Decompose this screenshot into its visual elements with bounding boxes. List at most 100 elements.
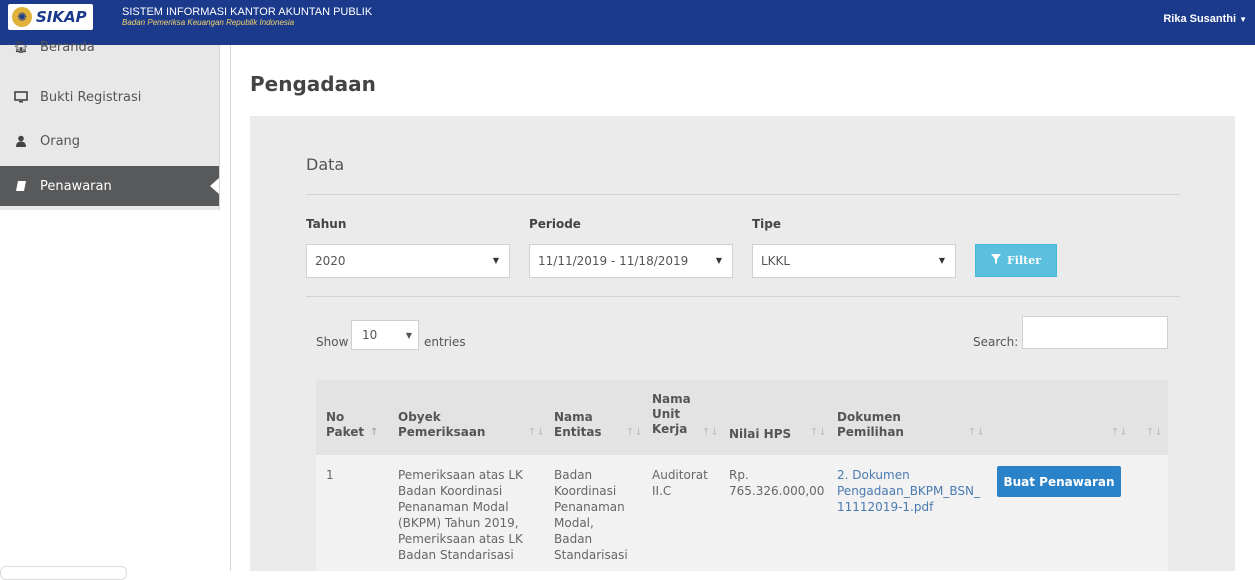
cell-line: Auditorat [652, 468, 708, 482]
chevron-down-icon: ▼ [938, 256, 945, 265]
chevron-down-icon: ▼ [715, 256, 722, 265]
divider [306, 194, 1180, 195]
sort-both-icon: ↑↓ [528, 427, 545, 438]
cell-entitas: Badan Koordinasi Penanaman Modal, Badan … [554, 467, 628, 563]
tipe-label: Tipe [752, 217, 782, 231]
header-line: Obyek [398, 410, 441, 424]
header-line: No [326, 410, 345, 424]
user-menu[interactable]: Rika Susanthi ▼ [1163, 13, 1247, 25]
page-title: Pengadaan [250, 72, 376, 96]
header-line: Nama [652, 392, 691, 406]
filter-label: Filter [1006, 254, 1042, 267]
cell-line: Standarisasi [554, 548, 628, 562]
header-obyek-pemeriksaan[interactable]: Obyek Pemeriksaan [398, 410, 485, 440]
content-divider [230, 45, 231, 571]
tahun-value: 2020 [315, 254, 346, 268]
sort-both-icon: ↑↓ [626, 427, 643, 438]
brand-block: SISTEM INFORMASI KANTOR AKUNTAN PUBLIK B… [122, 6, 372, 27]
entries-label: entries [424, 335, 466, 349]
cell-line: 2. Dokumen [837, 468, 910, 482]
search-input[interactable] [1022, 316, 1168, 349]
cell-no: 1 [326, 468, 334, 482]
logo-text: SIKAP [36, 8, 87, 26]
header-line: Kerja [652, 422, 688, 436]
cell-line: Pengadaan_BKPM_BSN_ [837, 484, 981, 498]
divider [306, 296, 1180, 297]
tahun-label: Tahun [306, 217, 347, 231]
table-header: No Paket ↑ Obyek Pemeriksaan ↑↓ Nama Ent… [316, 380, 1168, 456]
cell-line: Badan Standarisasi [398, 548, 514, 562]
sidebar-item-label: Beranda [40, 39, 95, 55]
periode-select[interactable]: 11/11/2019 - 11/18/2019 ▼ [529, 244, 733, 278]
cell-line: II.C [652, 484, 672, 498]
search-label: Search: [973, 335, 1019, 349]
user-icon [14, 135, 28, 147]
periode-label: Periode [529, 217, 581, 231]
header-line: Dokumen [837, 410, 901, 424]
sidebar-item-bukti-registrasi[interactable]: Bukti Registrasi [0, 77, 219, 117]
monitor-icon [14, 91, 28, 103]
cell-line: Penanaman Modal [398, 500, 509, 514]
header-line: Nama [554, 410, 593, 424]
funnel-icon [990, 254, 1001, 267]
sidebar-item-penawaran[interactable]: Penawaran [0, 166, 219, 206]
cell-line: Modal, [554, 516, 594, 530]
header-no-paket[interactable]: No Paket [326, 410, 364, 440]
cell-unit-kerja: Auditorat II.C [652, 467, 708, 499]
cell-line: 11112019-1.pdf [837, 500, 934, 514]
chevron-down-icon: ▼ [405, 331, 412, 340]
sort-both-icon: ↑↓ [810, 427, 827, 438]
header-line: Paket [326, 425, 365, 439]
cell-line: Koordinasi [554, 484, 617, 498]
header-line: Pemilihan [837, 425, 904, 439]
header-line: Entitas [554, 425, 602, 439]
sort-both-icon: ↑↓ [702, 427, 719, 438]
sidebar: 🏠︎ Beranda Bukti Registrasi Orang Penawa… [0, 40, 220, 210]
header-line: Unit [652, 407, 681, 421]
header-nama-unit-kerja[interactable]: Nama Unit Kerja [652, 392, 691, 437]
periode-value: 11/11/2019 - 11/18/2019 [538, 254, 689, 268]
cell-line: Badan [554, 532, 593, 546]
sidebar-item-beranda[interactable]: 🏠︎ Beranda [0, 27, 219, 67]
header-nama-entitas[interactable]: Nama Entitas [554, 410, 602, 440]
cell-line: 765.326.000,00 [729, 484, 825, 498]
header-dokumen-pemilihan[interactable]: Dokumen Pemilihan [837, 410, 904, 440]
bpk-emblem-icon: ✺ [12, 7, 32, 27]
page-length-value: 10 [362, 328, 378, 342]
brand-subtitle: Badan Pemeriksa Keuangan Republik Indone… [122, 18, 295, 27]
sidebar-item-label: Penawaran [40, 178, 112, 194]
show-label: Show [316, 335, 349, 349]
filter-button[interactable]: Filter [975, 244, 1057, 277]
cell-line: Penanaman [554, 500, 625, 514]
sort-both-icon[interactable]: ↑↓ [1111, 427, 1128, 438]
user-name: Rika Susanthi [1163, 13, 1237, 25]
cell-line: Rp. [729, 468, 749, 482]
cell-nilai-hps: Rp. 765.326.000,00 [729, 467, 824, 499]
header-nilai-hps[interactable]: Nilai HPS [729, 427, 791, 442]
cell-line: Badan [554, 468, 593, 482]
cell-obyek: Pemeriksaan atas LK Badan Koordinasi Pen… [398, 467, 523, 563]
sidebar-scroll-handle[interactable] [0, 566, 127, 580]
page-length-select[interactable]: 10 ▼ [351, 320, 419, 350]
sort-both-icon[interactable]: ↑↓ [1146, 427, 1163, 438]
sidebar-item-label: Orang [40, 133, 81, 149]
dokumen-link[interactable]: 2. Dokumen Pengadaan_BKPM_BSN_ 11112019-… [837, 467, 980, 515]
caret-down-icon: ▼ [1239, 15, 1247, 24]
tipe-select[interactable]: LKKL ▼ [752, 244, 956, 278]
sort-asc-icon: ↑ [370, 427, 379, 438]
home-icon: 🏠︎ [13, 40, 29, 54]
tipe-value: LKKL [761, 254, 791, 268]
sidebar-item-label: Bukti Registrasi [40, 89, 142, 105]
chevron-down-icon: ▼ [492, 256, 499, 265]
buat-penawaran-button[interactable]: Buat Penawaran [997, 466, 1121, 497]
sort-both-icon: ↑↓ [968, 427, 985, 438]
cell-line: Pemeriksaan atas LK [398, 468, 523, 482]
header-line: Nilai HPS [729, 427, 792, 441]
cell-line: Badan Koordinasi [398, 484, 503, 498]
cell-line: (BKPM) Tahun 2019, [398, 516, 519, 530]
section-title: Data [306, 155, 345, 174]
tahun-select[interactable]: 2020 ▼ [306, 244, 510, 278]
header-line: Pemeriksaan [398, 425, 486, 439]
cell-line: Pemeriksaan atas LK [398, 532, 523, 546]
sidebar-item-orang[interactable]: Orang [0, 121, 219, 161]
